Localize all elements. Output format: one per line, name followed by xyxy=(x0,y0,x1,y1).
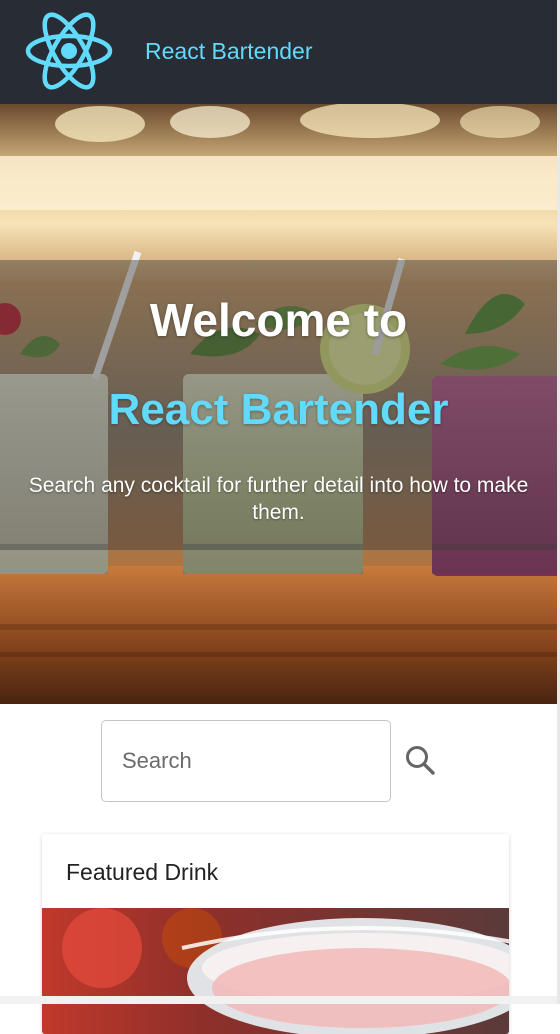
hero-title: Welcome to xyxy=(149,294,408,346)
page-bottom-edge xyxy=(0,996,557,1004)
search-button[interactable] xyxy=(400,740,442,782)
featured-drink-card[interactable]: Featured Drink xyxy=(42,834,509,1034)
hero-brand-title: React Bartender xyxy=(108,385,449,434)
featured-drink-header: Featured Drink xyxy=(66,859,219,885)
search-icon xyxy=(406,746,435,775)
search-box xyxy=(101,720,391,802)
hero-banner: Welcome to React Bartender Search any co… xyxy=(0,104,557,704)
app-header: React Bartender xyxy=(0,0,557,104)
search-input[interactable] xyxy=(102,721,390,801)
featured-drink-image[interactable] xyxy=(42,908,509,1034)
react-logo-icon[interactable] xyxy=(24,10,114,92)
header-brand-link[interactable]: React Bartender xyxy=(145,36,312,66)
hero-subtitle: Search any cocktail for further detail i… xyxy=(28,474,529,524)
